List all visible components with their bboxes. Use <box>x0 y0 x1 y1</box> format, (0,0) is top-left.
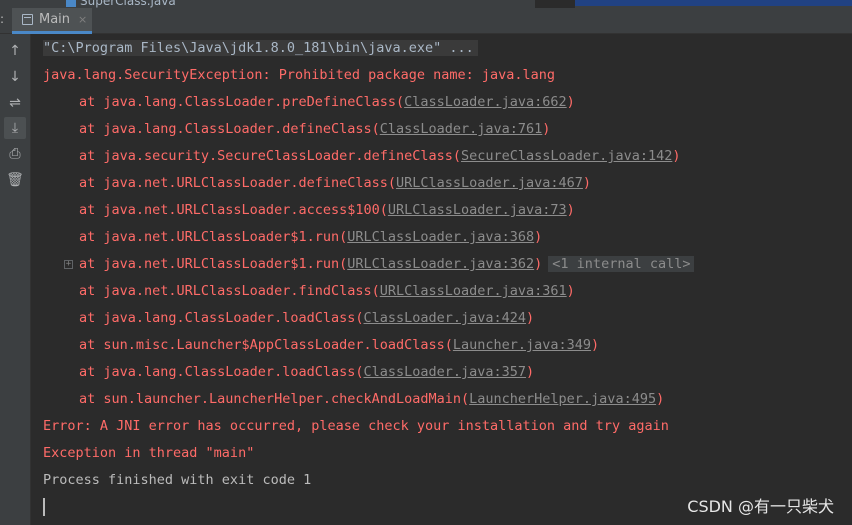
stack-frame-suffix: ) <box>534 256 543 272</box>
run-config-icon <box>22 14 33 25</box>
editor-file-tab-label: SuperClass.java <box>80 0 176 8</box>
tab-main-label: Main <box>39 12 71 27</box>
stack-frame-suffix: ) <box>534 229 543 245</box>
soft-wrap-icon[interactable]: ⇌ <box>4 92 26 114</box>
stack-frame: at java.lang.ClassLoader.loadClass(Class… <box>79 362 534 382</box>
console-toolbar: ↑ ↓ ⇌ ⤓ ⎙ 🗑 <box>0 34 31 525</box>
stack-frame-suffix: ) <box>526 364 535 380</box>
source-link[interactable]: URLClassLoader.java:73 <box>388 202 567 218</box>
source-link[interactable]: ClassLoader.java:761 <box>380 121 543 137</box>
editor-tab-strip: SuperClass.java <box>0 0 852 8</box>
stack-frame-method: at java.security.SecureClassLoader.defin… <box>79 148 462 164</box>
stack-frame-method: at java.net.URLClassLoader.defineClass( <box>79 175 396 191</box>
stack-frame: at sun.launcher.LauncherHelper.checkAndL… <box>79 389 664 409</box>
stack-frame: at sun.misc.Launcher$AppClassLoader.load… <box>79 335 599 355</box>
java-file-icon <box>66 0 76 7</box>
command-line: "C:\Program Files\Java\jdk1.8.0_181\bin\… <box>43 38 478 58</box>
exception-header: java.lang.SecurityException: Prohibited … <box>43 67 556 83</box>
stack-frame-suffix: ) <box>542 121 551 137</box>
stack-frame-method: at java.net.URLClassLoader.findClass( <box>79 283 380 299</box>
thread-exception-line: Exception in thread "main" <box>43 445 255 461</box>
stack-frame: at java.net.URLClassLoader$1.run(URLClas… <box>79 227 542 247</box>
stack-frame: at java.lang.ClassLoader.loadClass(Class… <box>79 308 534 328</box>
stack-frame: at java.net.URLClassLoader.findClass(URL… <box>79 281 575 301</box>
trash-icon[interactable]: 🗑 <box>4 169 26 191</box>
stack-frame: at java.lang.ClassLoader.preDefineClass(… <box>79 92 575 112</box>
run-tab-bar: : Main × <box>0 8 852 34</box>
stack-frame-method: at java.net.URLClassLoader.access$100( <box>79 202 388 218</box>
stack-frame: at java.net.URLClassLoader.access$100(UR… <box>79 200 575 220</box>
stack-frame-suffix: ) <box>526 310 535 326</box>
stack-frame-suffix: ) <box>672 148 681 164</box>
stack-frame-suffix: ) <box>591 337 600 353</box>
stack-frame: at java.security.SecureClassLoader.defin… <box>79 146 680 166</box>
source-link[interactable]: ClassLoader.java:357 <box>363 364 526 380</box>
source-link[interactable]: ClassLoader.java:662 <box>404 94 567 110</box>
stack-frame-method: at java.lang.ClassLoader.loadClass( <box>79 364 364 380</box>
stack-frame-method: at java.net.URLClassLoader$1.run( <box>79 256 348 272</box>
stack-frame-method: at java.lang.ClassLoader.preDefineClass( <box>79 94 405 110</box>
down-arrow-icon[interactable]: ↓ <box>4 66 26 88</box>
tab-main[interactable]: Main × <box>12 8 92 34</box>
source-link[interactable]: SecureClassLoader.java:142 <box>461 148 672 164</box>
stack-frame: at java.net.URLClassLoader.defineClass(U… <box>79 173 591 193</box>
stack-frame-suffix: ) <box>582 175 592 191</box>
stack-frame: at java.net.URLClassLoader$1.run(URLClas… <box>79 254 695 274</box>
source-link[interactable]: URLClassLoader.java:467 <box>396 175 583 191</box>
run-console-window: SuperClass.java : Main × ↑ ↓ ⇌ ⤓ ⎙ 🗑 "C:… <box>0 0 852 525</box>
source-link[interactable]: URLClassLoader.java:368 <box>347 229 534 245</box>
internal-call-fold[interactable]: <1 internal call> <box>548 256 695 272</box>
source-link[interactable]: URLClassLoader.java:361 <box>380 283 567 299</box>
stack-frame-method: at java.lang.ClassLoader.defineClass( <box>79 121 380 137</box>
command-text[interactable]: "C:\Program Files\Java\jdk1.8.0_181\bin\… <box>43 40 478 56</box>
print-icon[interactable]: ⎙ <box>4 143 26 165</box>
editor-selection-highlight <box>575 0 852 6</box>
editor-file-tab[interactable]: SuperClass.java <box>66 0 176 8</box>
console-output[interactable]: "C:\Program Files\Java\jdk1.8.0_181\bin\… <box>31 34 852 525</box>
stack-frame-method: at java.net.URLClassLoader$1.run( <box>79 229 348 245</box>
scroll-to-end-icon[interactable]: ⤓ <box>4 117 26 139</box>
stack-frame-suffix: ) <box>566 202 575 218</box>
stack-frame: at java.lang.ClassLoader.defineClass(Cla… <box>79 119 550 139</box>
stack-frame-method: at java.lang.ClassLoader.loadClass( <box>79 310 364 326</box>
stack-frame-method: at sun.misc.Launcher$AppClassLoader.load… <box>79 337 453 353</box>
editor-divider <box>535 0 575 8</box>
source-link[interactable]: LauncherHelper.java:495 <box>469 391 656 407</box>
watermark: CSDN @有一只柴犬 <box>687 497 834 516</box>
stack-frame-suffix: ) <box>566 283 575 299</box>
expand-fold-icon[interactable]: + <box>64 260 73 269</box>
close-icon[interactable]: × <box>78 13 87 26</box>
source-link[interactable]: ClassLoader.java:424 <box>363 310 526 326</box>
jni-error-line: Error: A JNI error has occurred, please … <box>43 418 669 434</box>
source-link[interactable]: URLClassLoader.java:362 <box>347 256 534 272</box>
stack-frame-method: at sun.launcher.LauncherHelper.checkAndL… <box>79 391 470 407</box>
source-link[interactable]: Launcher.java:349 <box>453 337 591 353</box>
up-arrow-icon[interactable]: ↑ <box>4 40 26 62</box>
stack-frame-suffix: ) <box>566 94 575 110</box>
stack-frame-suffix: ) <box>656 391 665 407</box>
text-cursor <box>43 498 45 516</box>
tab-bar-fragment: : <box>0 12 5 26</box>
exit-code-line: Process finished with exit code 1 <box>43 472 312 488</box>
